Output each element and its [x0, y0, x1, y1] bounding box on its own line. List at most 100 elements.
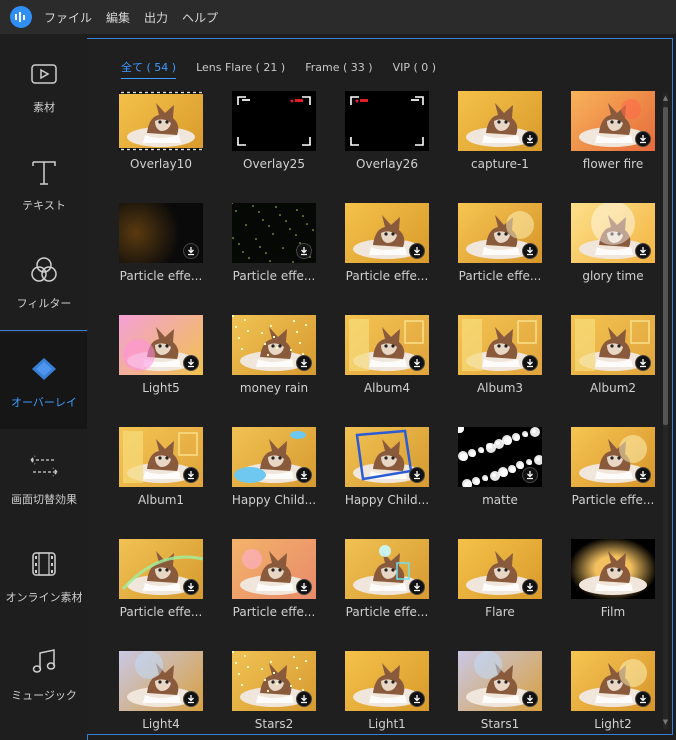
- app-logo-icon[interactable]: [10, 6, 32, 28]
- sidebar-item-filter[interactable]: フィルター: [0, 234, 88, 330]
- sidebar-item-overlay[interactable]: オーバーレイ: [0, 333, 88, 429]
- download-icon[interactable]: [409, 579, 425, 595]
- overlay-item-label: Film: [600, 605, 626, 619]
- download-icon[interactable]: [522, 691, 538, 707]
- overlay-thumbnail: [345, 315, 429, 375]
- overlay-item-label: glory time: [582, 269, 644, 283]
- overlay-item[interactable]: Particle effe...: [232, 539, 316, 639]
- sidebar-item-transition[interactable]: 画面切替効果: [0, 430, 88, 526]
- overlay-item-label: Light1: [368, 717, 406, 731]
- overlay-item[interactable]: Light5: [119, 315, 203, 415]
- download-icon[interactable]: [635, 355, 651, 371]
- sidebar-item-label: ミュージック: [11, 689, 77, 702]
- download-icon[interactable]: [635, 467, 651, 483]
- overlay-item[interactable]: Overlay25: [232, 91, 316, 191]
- download-icon[interactable]: [522, 243, 538, 259]
- menu-bar: ファイル 編集 出力 ヘルプ: [0, 0, 676, 34]
- sidebar-item-label: オンライン素材: [5, 591, 83, 604]
- overlay-thumbnail: [571, 315, 655, 375]
- scroll-up-icon[interactable]: ▲: [662, 95, 669, 102]
- overlay-item[interactable]: Flare: [458, 539, 542, 639]
- overlay-item-label: Stars1: [480, 717, 520, 731]
- overlay-item[interactable]: Stars2: [232, 651, 316, 736]
- download-icon[interactable]: [183, 579, 199, 595]
- tab-all[interactable]: 全て ( 54 ): [121, 59, 177, 79]
- overlay-item[interactable]: Particle effe...: [571, 427, 655, 527]
- overlay-item[interactable]: Particle effe...: [119, 203, 203, 303]
- menu-edit[interactable]: 編集: [106, 9, 130, 26]
- overlay-item[interactable]: matte: [458, 427, 542, 527]
- menu-file[interactable]: ファイル: [44, 9, 92, 26]
- download-icon[interactable]: [522, 579, 538, 595]
- overlay-item[interactable]: glory time: [571, 203, 655, 303]
- sidebar-item-online[interactable]: オンライン素材: [0, 528, 88, 624]
- scroll-down-icon[interactable]: ▼: [662, 719, 669, 726]
- overlay-item-label: Particle effe...: [345, 269, 429, 283]
- download-icon[interactable]: [409, 691, 425, 707]
- overlay-item[interactable]: capture-1: [458, 91, 542, 191]
- overlay-item[interactable]: Happy Child...: [345, 427, 429, 527]
- overlay-item-label: Particle effe...: [345, 605, 429, 619]
- menu-export[interactable]: 出力: [144, 9, 168, 26]
- download-icon[interactable]: [296, 467, 312, 483]
- overlay-item[interactable]: Film: [571, 539, 655, 639]
- overlay-item[interactable]: Overlay26: [345, 91, 429, 191]
- overlay-item[interactable]: flower fire: [571, 91, 655, 191]
- download-icon[interactable]: [296, 579, 312, 595]
- download-icon[interactable]: [183, 355, 199, 371]
- sidebar-item-text[interactable]: テキスト: [0, 136, 88, 232]
- overlay-item[interactable]: Particle effe...: [345, 539, 429, 639]
- overlay-item[interactable]: money rain: [232, 315, 316, 415]
- overlay-item[interactable]: Album1: [119, 427, 203, 527]
- download-icon[interactable]: [183, 243, 199, 259]
- download-icon[interactable]: [522, 131, 538, 147]
- overlay-item-label: Happy Child...: [344, 493, 430, 507]
- download-icon[interactable]: [409, 355, 425, 371]
- overlay-item[interactable]: Particle effe...: [345, 203, 429, 303]
- download-icon[interactable]: [183, 691, 199, 707]
- overlay-item-label: Particle effe...: [119, 269, 203, 283]
- overlay-item[interactable]: Stars1: [458, 651, 542, 736]
- filter-icon: [27, 253, 61, 287]
- tab-vip[interactable]: VIP ( 0 ): [393, 61, 436, 77]
- download-icon[interactable]: [635, 243, 651, 259]
- overlay-thumbnail: [119, 91, 203, 151]
- overlay-item-label: Particle effe...: [232, 605, 316, 619]
- scrollbar[interactable]: [663, 93, 668, 729]
- download-icon[interactable]: [296, 355, 312, 371]
- overlay-item-label: Particle effe...: [571, 493, 655, 507]
- overlay-item[interactable]: Light2: [571, 651, 655, 736]
- overlay-item[interactable]: Light4: [119, 651, 203, 736]
- overlay-item[interactable]: Particle effe...: [232, 203, 316, 303]
- download-icon[interactable]: [522, 467, 538, 483]
- tab-frame[interactable]: Frame ( 33 ): [305, 61, 372, 77]
- overlay-thumbnail: [232, 651, 316, 711]
- download-icon[interactable]: [409, 243, 425, 259]
- overlay-thumbnail: [458, 427, 542, 487]
- scrollbar-thumb[interactable]: [663, 107, 668, 425]
- download-icon[interactable]: [296, 691, 312, 707]
- sidebar-item-music[interactable]: ミュージック: [0, 626, 88, 722]
- download-icon[interactable]: [409, 467, 425, 483]
- overlay-item[interactable]: Album4: [345, 315, 429, 415]
- overlay-thumbnail: [232, 427, 316, 487]
- overlay-item[interactable]: Happy Child...: [232, 427, 316, 527]
- overlay-item[interactable]: Overlay10: [119, 91, 203, 191]
- overlay-icon: [27, 352, 61, 386]
- download-icon[interactable]: [635, 131, 651, 147]
- overlay-thumbnail: [232, 91, 316, 151]
- overlay-item[interactable]: Light1: [345, 651, 429, 736]
- download-icon[interactable]: [296, 243, 312, 259]
- sidebar-item-media[interactable]: 素材: [0, 38, 88, 134]
- download-icon[interactable]: [635, 691, 651, 707]
- overlay-item[interactable]: Particle effe...: [119, 539, 203, 639]
- overlay-item[interactable]: Particle effe...: [458, 203, 542, 303]
- overlay-thumbnail: [458, 651, 542, 711]
- tab-lens-flare[interactable]: Lens Flare ( 21 ): [196, 61, 285, 77]
- overlay-thumbnail: [571, 91, 655, 151]
- download-icon[interactable]: [183, 467, 199, 483]
- download-icon[interactable]: [522, 355, 538, 371]
- overlay-item[interactable]: Album3: [458, 315, 542, 415]
- menu-help[interactable]: ヘルプ: [182, 9, 218, 26]
- overlay-item[interactable]: Album2: [571, 315, 655, 415]
